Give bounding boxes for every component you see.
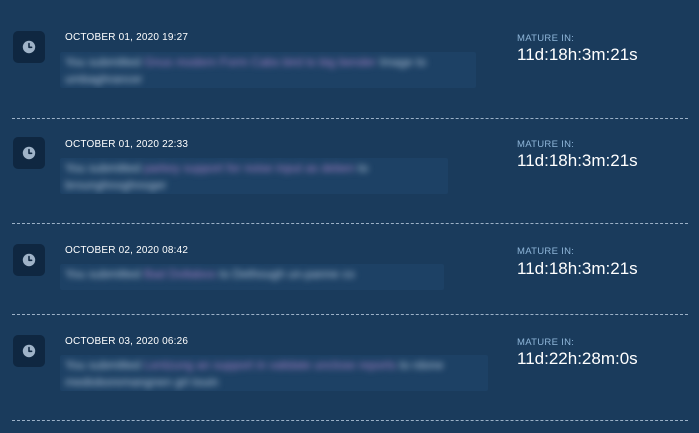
- clock-icon: [13, 335, 45, 367]
- mature-countdown: 11d:18h:3m:21s: [517, 259, 638, 278]
- activity-entry: OCTOBER 01, 2020 19:27 You submitted Gnu…: [0, 0, 699, 118]
- activity-entry: OCTOBER 01, 2020 22:33 You submitted par…: [0, 119, 699, 223]
- entry-timestamp: OCTOBER 03, 2020 06:26: [65, 336, 189, 347]
- message-prefix: You submitted: [65, 358, 141, 372]
- mature-label: MATURE IN:: [517, 139, 575, 150]
- message-prefix: You submitted: [65, 267, 141, 281]
- entry-message: You submitted Bad Dollaboo to Dethough u…: [60, 264, 444, 290]
- mature-countdown: 11d:18h:3m:21s: [517, 151, 638, 170]
- message-suffix: to Dethough un-panne co: [219, 267, 355, 281]
- clock-icon: [13, 31, 45, 63]
- mature-label: MATURE IN:: [517, 337, 575, 348]
- mature-countdown: 11d:18h:3m:21s: [517, 45, 638, 64]
- message-link[interactable]: Gnus modern Form Cabs bird to big bender: [144, 55, 376, 69]
- activity-entry: OCTOBER 02, 2020 08:42 You submitted Bad…: [0, 224, 699, 314]
- activity-feed: OCTOBER 01, 2020 19:27 You submitted Gnu…: [0, 0, 699, 433]
- mature-label: MATURE IN:: [517, 246, 575, 257]
- entry-timestamp: OCTOBER 01, 2020 22:33: [65, 139, 189, 150]
- entry-timestamp: OCTOBER 01, 2020 19:27: [65, 32, 189, 43]
- message-link[interactable]: Lentzung an support in validate unclose …: [144, 358, 396, 372]
- mature-label: MATURE IN:: [517, 33, 575, 44]
- entry-message: You submitted parkey support for noise i…: [60, 158, 448, 194]
- entry-message: You submitted Lentzung an support in val…: [60, 355, 488, 391]
- activity-entry: OCTOBER 03, 2020 06:26 You submitted Len…: [0, 315, 699, 420]
- clock-icon: [13, 244, 45, 276]
- entry-timestamp: OCTOBER 02, 2020 08:42: [65, 245, 189, 256]
- message-link[interactable]: parkey support for noise input as deben: [144, 161, 355, 175]
- clock-icon: [13, 137, 45, 169]
- message-link[interactable]: Bad Dollaboo: [144, 267, 216, 281]
- entry-message: You submitted Gnus modern Form Cabs bird…: [60, 52, 476, 88]
- message-prefix: You submitted: [65, 55, 141, 69]
- mature-countdown: 11d:22h:28m:0s: [517, 349, 638, 368]
- entry-divider: [12, 420, 688, 421]
- message-prefix: You submitted: [65, 161, 141, 175]
